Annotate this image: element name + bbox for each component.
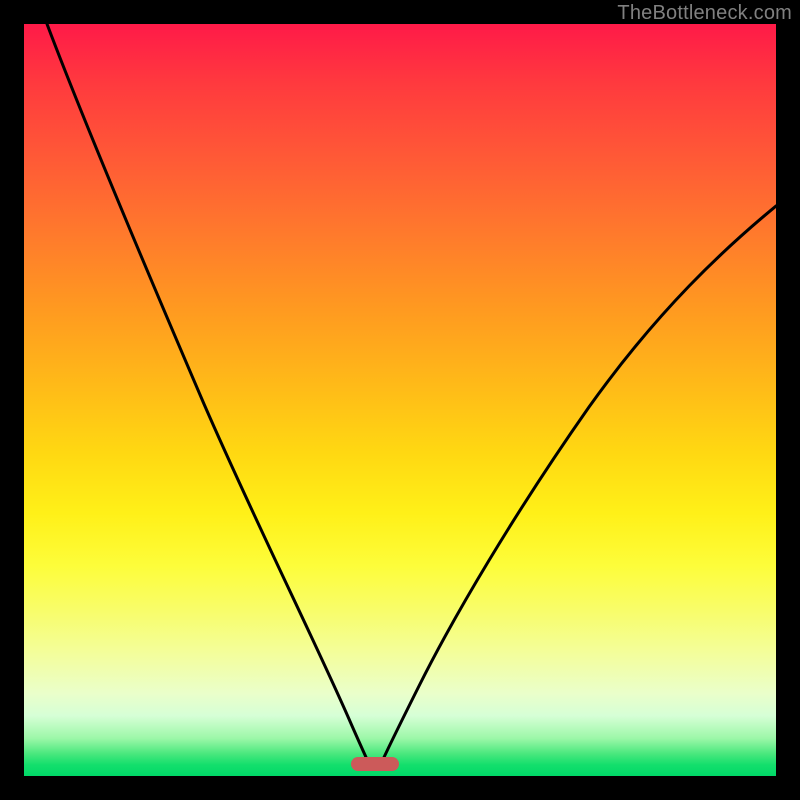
plot-area [24, 24, 776, 776]
bottleneck-marker [351, 757, 399, 771]
outer-frame: TheBottleneck.com [0, 0, 800, 800]
right-curve [381, 206, 776, 764]
watermark-text: TheBottleneck.com [617, 2, 792, 25]
left-curve [47, 24, 369, 764]
curve-layer [24, 24, 776, 776]
